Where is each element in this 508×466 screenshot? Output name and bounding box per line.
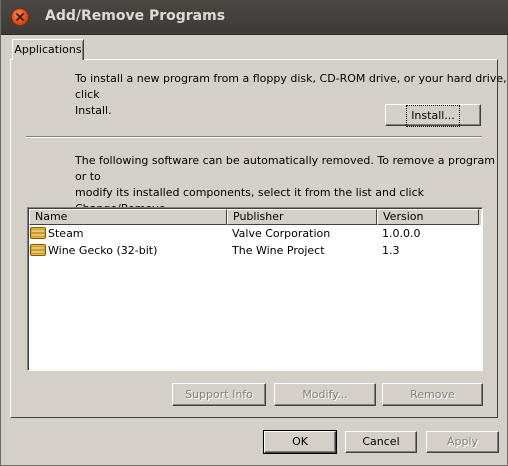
list-header: Name Publisher Version xyxy=(29,209,481,225)
row-publisher: The Wine Project xyxy=(232,244,325,257)
install-button[interactable]: Install... xyxy=(385,104,481,127)
install-instructions-line1: To install a new program from a floppy d… xyxy=(75,72,507,101)
close-icon xyxy=(16,13,24,21)
title-bar[interactable]: Add/Remove Programs xyxy=(1,0,508,35)
cancel-button[interactable]: Cancel xyxy=(345,431,417,453)
tab-applications[interactable]: Applications xyxy=(12,39,84,60)
ok-button[interactable]: OK xyxy=(263,430,337,454)
table-row[interactable]: Wine Gecko (32-bit) The Wine Project 1.3 xyxy=(29,242,481,259)
column-header-name[interactable]: Name xyxy=(29,209,227,225)
row-version: 1.3 xyxy=(382,244,400,257)
table-row[interactable]: Steam Valve Corporation 1.0.0.0 xyxy=(29,225,481,242)
column-header-publisher[interactable]: Publisher xyxy=(227,209,377,225)
section-divider xyxy=(26,136,482,138)
apply-button[interactable]: Apply xyxy=(426,431,499,453)
row-publisher: Valve Corporation xyxy=(232,227,331,240)
modify-button[interactable]: Modify... xyxy=(274,383,376,406)
add-remove-programs-window: Add/Remove Programs Applications To inst… xyxy=(0,0,508,466)
remove-button[interactable]: Remove xyxy=(382,383,483,406)
window-title: Add/Remove Programs xyxy=(45,8,226,24)
install-button-label: Install... xyxy=(406,105,460,127)
support-info-button[interactable]: Support Info xyxy=(172,383,266,406)
row-name: Wine Gecko (32-bit) xyxy=(48,244,158,257)
row-version: 1.0.0.0 xyxy=(382,227,421,240)
package-icon xyxy=(30,244,46,256)
package-icon xyxy=(30,227,46,239)
column-header-version[interactable]: Version xyxy=(377,209,479,225)
close-button[interactable] xyxy=(11,8,29,26)
installed-programs-list[interactable]: Name Publisher Version Steam Valve Corpo… xyxy=(27,207,483,371)
remove-instructions-line1: The following software can be automatica… xyxy=(75,154,495,183)
row-name: Steam xyxy=(48,227,84,240)
